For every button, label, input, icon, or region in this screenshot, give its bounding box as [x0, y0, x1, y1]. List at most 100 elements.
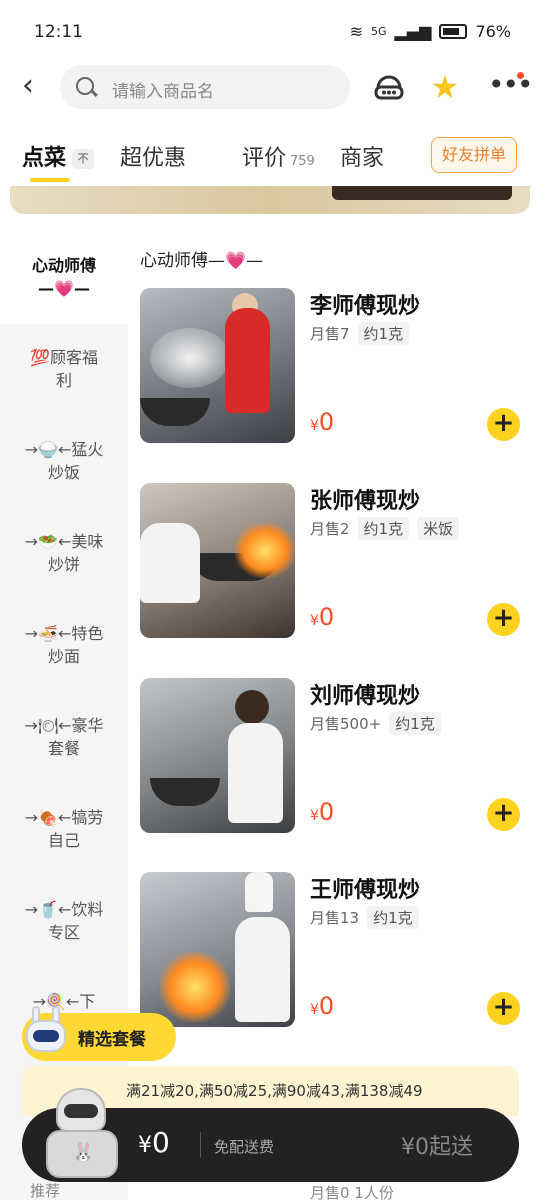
sidebar-item-fried-noodles[interactable]: →🍜←特色炒面 [0, 604, 128, 692]
status-time: 12:11 [34, 22, 83, 42]
sidebar-item-treat-yourself[interactable]: →🍖←犒劳自己 [0, 788, 128, 876]
dish-sales: 月售2 [310, 520, 350, 538]
add-to-cart-button[interactable]: + [487, 603, 520, 636]
price-value: 0 [318, 603, 335, 631]
battery-level: 76% [475, 22, 511, 41]
sidebar-item-label: →🍽←豪华套餐 [24, 716, 104, 758]
dish-meta: 月售7 约1克 [310, 322, 410, 345]
sidebar-item-label: 💯顾客福利 [30, 348, 98, 390]
signal-icon: ▂▄▆ [394, 22, 432, 41]
currency-symbol: ¥ [310, 613, 319, 629]
active-tab-indicator [30, 178, 70, 182]
price-value: 0 [318, 798, 335, 826]
currency-symbol: ¥ [310, 1002, 319, 1018]
dish-card[interactable]: 张师傅现炒 月售2 约1克 米饭 ¥0 + [140, 483, 525, 643]
cart-total: ¥0 [138, 1126, 170, 1159]
dish-tag: 约1克 [367, 906, 419, 929]
reviews-count: 759 [290, 154, 315, 169]
back-icon[interactable]: ‹ [22, 71, 52, 102]
dish-meta: 月售13 约1克 [310, 906, 419, 929]
sidebar-item-fried-pancake[interactable]: →🥗←美味炒饼 [0, 512, 128, 600]
sidebar-peek-item[interactable]: 推荐 [30, 1180, 60, 1200]
promo-text: 满21减20,满50减25,满90减43,满138减49 [126, 1082, 423, 1100]
sidebar-item-fried-rice[interactable]: →🍚←猛火炒饭 [0, 420, 128, 508]
dish-name: 李师傅现炒 [310, 294, 421, 319]
banner-image [332, 186, 512, 200]
search-icon [76, 77, 94, 95]
sidebar-item-label: →🥗←美味炒饼 [24, 532, 104, 574]
dish-card[interactable]: 王师傅现炒 月售13 约1克 ¥0 + [140, 872, 525, 1032]
store-banner [10, 186, 530, 214]
sidebar-item-heart-chef[interactable]: 心动师傅—💗— [0, 236, 128, 324]
battery-icon [439, 24, 468, 39]
dish-photo[interactable] [140, 872, 295, 1027]
currency-symbol: ¥ [310, 808, 319, 824]
sidebar-item-deluxe-set[interactable]: →🍽←豪华套餐 [0, 696, 128, 784]
dish-tag: 约1克 [357, 322, 410, 345]
status-icons: ≋ 5G ▂▄▆ 76% [350, 22, 511, 41]
tab-bar: 点菜不 超优惠 评价 759 商家 好友拼单 [0, 130, 541, 182]
dish-name: 张师傅现炒 [310, 489, 421, 514]
tab-reviews-label: 评价 [242, 146, 287, 171]
dish-price: ¥0 [310, 798, 334, 826]
dish-name: 刘师傅现炒 [310, 684, 421, 709]
dish-meta: 月售500+ 约1克 [310, 712, 441, 735]
pin-badge: 不 [72, 149, 95, 169]
currency-symbol: ¥ [138, 1133, 152, 1158]
star-icon[interactable]: ★ [428, 70, 462, 104]
currency-symbol: ¥ [310, 418, 319, 434]
cart-robot-icon[interactable]: 🐰 [42, 1088, 122, 1184]
sidebar-item-label: →🥤←饮料专区 [24, 900, 104, 942]
sidebar-item-label: 心动师傅—💗— [31, 256, 96, 298]
dish-tag: 米饭 [417, 517, 460, 540]
customer-service-icon[interactable] [372, 70, 406, 104]
notification-dot [517, 72, 524, 79]
status-bar: 12:11 ≋ 5G ▂▄▆ 76% [0, 0, 541, 60]
tab-reviews[interactable]: 评价 759 [242, 140, 315, 172]
dish-tag: 约1克 [389, 712, 441, 735]
sidebar-item-label: →🍜←特色炒面 [24, 624, 104, 666]
sidebar-item-customer-benefits[interactable]: 💯顾客福利 [0, 328, 128, 416]
dish-price: ¥0 [310, 408, 334, 436]
tab-order-label: 点菜 [22, 146, 67, 171]
tab-deals[interactable]: 超优惠 [120, 140, 186, 172]
tab-order[interactable]: 点菜不 [22, 140, 95, 172]
group-order-button[interactable]: 好友拼单 [430, 137, 517, 173]
minimum-order-button[interactable]: ¥0起送 [401, 1129, 473, 1161]
dish-sales: 月售500+ [310, 715, 382, 733]
dish-price: ¥0 [310, 992, 334, 1020]
more-icon[interactable]: ••• [488, 70, 534, 104]
dish-name: 王师傅现炒 [310, 878, 421, 903]
price-value: 0 [318, 408, 335, 436]
network-label: 5G [370, 25, 387, 38]
price-value: 0 [318, 992, 335, 1020]
dish-meta: 月售2 约1克 米饭 [310, 517, 460, 540]
cart-total-value: 0 [152, 1126, 170, 1159]
top-header: ‹ 请输入商品名 ★ ••• [0, 60, 541, 116]
sidebar-item-drinks[interactable]: →🥤←饮料专区 [0, 880, 128, 968]
section-title: 心动师傅—💗— [140, 251, 264, 271]
add-to-cart-button[interactable]: + [487, 992, 520, 1025]
next-dish-peek: 月售0 1人份 [310, 1184, 394, 1200]
tab-merchant[interactable]: 商家 [340, 140, 384, 172]
dish-card[interactable]: 李师傅现炒 月售7 约1克 ¥0 + [140, 288, 525, 448]
dish-sales: 月售13 [310, 909, 360, 927]
search-input[interactable]: 请输入商品名 [60, 65, 350, 109]
dish-card[interactable]: 刘师傅现炒 月售500+ 约1克 ¥0 + [140, 678, 525, 838]
dish-price: ¥0 [310, 603, 334, 631]
divider [200, 1132, 201, 1158]
search-placeholder: 请输入商品名 [112, 82, 214, 102]
delivery-fee: 免配送费 [214, 1138, 275, 1156]
sidebar-item-label: →🍚←猛火炒饭 [24, 440, 104, 482]
dish-tag: 约1克 [357, 517, 410, 540]
add-to-cart-button[interactable]: + [487, 798, 520, 831]
wifi-icon: ≋ [349, 22, 363, 41]
dish-sales: 月售7 [310, 325, 350, 343]
combo-banner-label: 精选套餐 [78, 1030, 146, 1050]
robot-mascot-icon [20, 1004, 74, 1060]
dish-photo[interactable] [140, 288, 295, 443]
sidebar-item-label: →🍖←犒劳自己 [24, 808, 104, 850]
add-to-cart-button[interactable]: + [487, 408, 520, 441]
dish-photo[interactable] [140, 678, 295, 833]
dish-photo[interactable] [140, 483, 295, 638]
